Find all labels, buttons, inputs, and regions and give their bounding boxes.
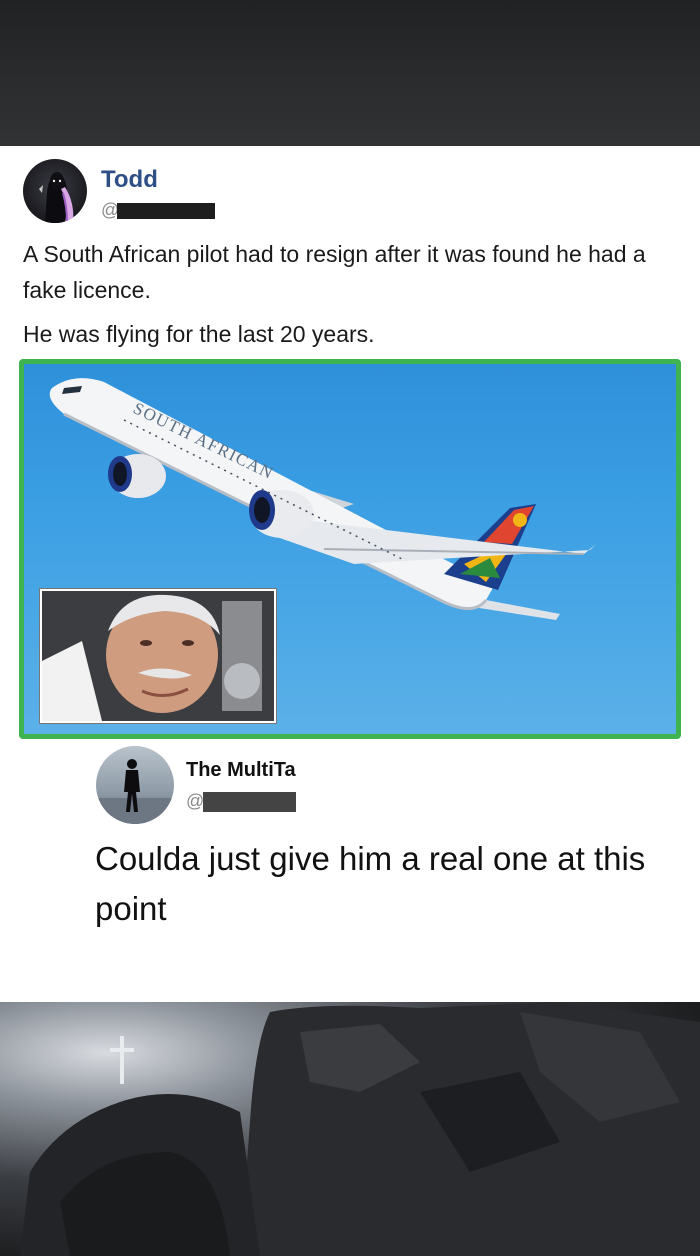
post-media-image[interactable]: SOUTH AFRICAN	[19, 359, 681, 739]
author-name[interactable]: Todd	[101, 166, 158, 194]
post-card: Todd @ A South African pilot had to resi…	[0, 146, 700, 1002]
top-background	[0, 0, 700, 146]
avatar-silhouette-icon	[96, 759, 174, 824]
rock-cross-scene	[20, 1002, 700, 1256]
reply-text: Coulda just give him a real one at this …	[95, 840, 646, 927]
redacted-reply-handle	[203, 792, 296, 812]
reply-author-name[interactable]: The MultiTa	[186, 759, 296, 782]
redacted-handle	[117, 203, 215, 219]
todd-avatar[interactable]	[23, 159, 87, 223]
reply-avatar[interactable]	[96, 746, 174, 824]
reply-author-handle[interactable]: @	[186, 791, 204, 812]
post-text-line2: He was flying for the last 20 years.	[23, 321, 375, 347]
pilot-portrait-inset	[39, 588, 277, 724]
bottom-background-image	[0, 1002, 700, 1256]
cross-icon	[120, 1036, 124, 1084]
pilot-portrait	[42, 591, 274, 721]
post-text-line1: A South African pilot had to resign afte…	[23, 241, 646, 303]
avatar-figure-icon	[39, 172, 74, 223]
